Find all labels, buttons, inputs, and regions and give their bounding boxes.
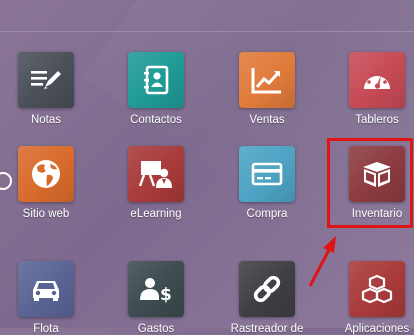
app-tile[interactable] xyxy=(349,52,405,108)
app-label: Flota xyxy=(33,323,59,335)
app-gastos[interactable]: $ Gastos xyxy=(101,261,211,335)
link-icon xyxy=(253,275,281,303)
app-elearning[interactable]: eLearning xyxy=(101,146,211,220)
expense-icon: $ xyxy=(140,278,172,304)
app-tile[interactable] xyxy=(18,52,74,108)
app-notas[interactable]: Notas xyxy=(0,52,101,126)
app-tile[interactable] xyxy=(128,52,184,108)
app-label: Ventas xyxy=(249,114,285,126)
app-tile[interactable]: $ xyxy=(128,261,184,317)
app-sitio-web[interactable]: Sitio web xyxy=(0,146,101,220)
app-flota[interactable]: Flota xyxy=(0,261,101,335)
svg-text:$: $ xyxy=(160,285,172,304)
sales-chart-icon xyxy=(251,68,281,94)
app-label: Gastos xyxy=(137,323,175,335)
app-contactos[interactable]: Contactos xyxy=(101,52,211,126)
purchase-card-icon xyxy=(251,162,283,186)
elearning-icon xyxy=(138,161,172,188)
app-compra[interactable]: Compra xyxy=(212,146,322,220)
notes-icon xyxy=(31,71,61,89)
app-tile[interactable] xyxy=(239,52,295,108)
app-tile[interactable] xyxy=(239,261,295,317)
app-label: eLearning xyxy=(130,208,182,220)
box-icon xyxy=(363,162,391,187)
contacts-icon xyxy=(144,65,169,95)
app-label: Aplicaciones xyxy=(344,323,410,335)
app-tile[interactable] xyxy=(128,146,184,202)
app-label: Contactos xyxy=(130,114,182,126)
app-label: Rastreador de xyxy=(230,323,304,335)
car-icon xyxy=(33,281,59,301)
app-tile[interactable] xyxy=(349,261,405,317)
annotation-arrow-icon xyxy=(308,236,336,287)
app-label: Compra xyxy=(246,208,288,220)
globe-icon xyxy=(32,160,60,188)
app-tile[interactable] xyxy=(239,146,295,202)
cubes-icon xyxy=(361,274,393,304)
app-tile[interactable] xyxy=(18,146,74,202)
app-tile[interactable] xyxy=(18,261,74,317)
top-divider xyxy=(0,31,414,32)
app-tableros[interactable]: Tableros xyxy=(322,52,414,126)
app-ventas[interactable]: Ventas xyxy=(212,52,322,126)
app-label: Tableros xyxy=(355,114,399,126)
app-label: Notas xyxy=(30,114,62,126)
app-label: Sitio web xyxy=(22,208,70,220)
dashboard-gauge-icon xyxy=(364,70,390,89)
